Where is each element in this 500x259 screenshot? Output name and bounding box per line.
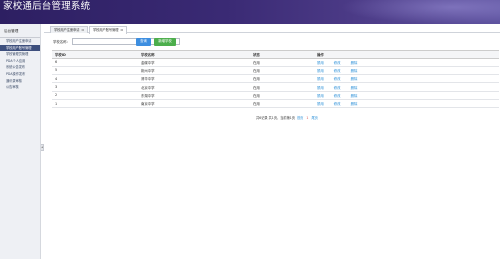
sidebar-item-pda-publish[interactable]: PDA操作发布	[0, 71, 40, 78]
app-title: 家校通后台管理系统	[3, 1, 91, 12]
table-row: 4 清华中学 在用 禁用 修改 删除	[52, 74, 499, 84]
cell-id: 2	[52, 91, 138, 101]
disable-link[interactable]: 禁用	[317, 86, 324, 90]
last-page-link[interactable]: 尾页	[311, 116, 317, 120]
sidebar-item-pda-apps[interactable]: PDA个人应用	[0, 58, 40, 65]
table-row: 2 东湖中学 在用 禁用 修改 删除	[52, 91, 499, 101]
table-header-row: 学校ID 学校名称 状态 操作	[52, 50, 499, 59]
tab-label: 学校用户账号管理	[93, 28, 119, 32]
cell-name: 北京中学	[138, 82, 250, 92]
current-page-link[interactable]: 1	[306, 116, 308, 120]
cell-status: 在用	[250, 91, 314, 101]
query-button[interactable]: 查询	[136, 38, 151, 46]
add-school-button[interactable]: 新增学校	[154, 38, 176, 46]
cell-name: 荆州中学	[138, 66, 250, 76]
cell-ops: 禁用 修改 删除	[314, 99, 499, 109]
collapse-sidebar-icon[interactable]: ◂	[41, 144, 44, 151]
cell-name: 东湖中学	[138, 91, 250, 101]
edit-link[interactable]: 修改	[334, 94, 341, 98]
sidebar-heading: 后台管理	[0, 24, 40, 38]
delete-link[interactable]: 删除	[351, 102, 358, 106]
table-row: 5 荆州中学 在用 禁用 修改 删除	[52, 66, 499, 76]
edit-link[interactable]: 修改	[334, 77, 341, 81]
cell-ops: 禁用 修改 删除	[314, 66, 499, 76]
delete-link[interactable]: 删除	[351, 61, 358, 65]
cell-id: 1	[52, 99, 138, 109]
edit-link[interactable]: 修改	[334, 86, 341, 90]
sidebar-item-announcements[interactable]: 系统公告发布	[0, 64, 40, 71]
table-row: 6 金碟中学 在用 禁用 修改 删除	[52, 58, 499, 67]
disable-link[interactable]: 禁用	[317, 69, 324, 73]
close-icon[interactable]: ⊠	[82, 28, 85, 32]
table-row: 1 南京中学 在用 禁用 修改 删除	[52, 99, 499, 109]
cell-name: 金碟中学	[138, 58, 250, 67]
delete-link[interactable]: 删除	[351, 94, 358, 98]
delete-link[interactable]: 删除	[351, 86, 358, 90]
app-header: 家校通后台管理系统	[0, 0, 500, 24]
app-root: 家校通后台管理系统 后台管理 学校用户注册申请 学校用户账号管理 学校管理员管理…	[0, 0, 500, 259]
cell-id: 4	[52, 74, 138, 84]
disable-link[interactable]: 禁用	[317, 61, 324, 65]
disable-link[interactable]: 禁用	[317, 77, 324, 81]
cell-name: 南京中学	[138, 99, 250, 109]
cell-name: 清华中学	[138, 74, 250, 84]
close-icon[interactable]: ⊠	[121, 28, 124, 32]
edit-link[interactable]: 修改	[334, 61, 341, 65]
pagination: 共6记录 共1页，当前第1页 首页 1 尾页	[256, 115, 319, 120]
sidebar-item-admin-manage[interactable]: 学校管理员管理	[0, 51, 40, 58]
school-name-label: 学校名称：	[53, 40, 70, 44]
school-table: 学校ID 学校名称 状态 操作 6 金碟中学 在用 禁用 修改 删除 5 荆州中学 …	[52, 50, 499, 109]
edit-link[interactable]: 修改	[334, 69, 341, 73]
header-status: 状态	[250, 50, 314, 59]
header-operations: 操作	[314, 50, 499, 59]
cell-status: 在用	[250, 58, 314, 67]
delete-link[interactable]: 删除	[351, 77, 358, 81]
tab-label: 学校用户注册申请	[54, 28, 80, 32]
disable-link[interactable]: 禁用	[317, 94, 324, 98]
edit-link[interactable]: 修改	[334, 102, 341, 106]
sidebar: 后台管理 学校用户注册申请 学校用户账号管理 学校管理员管理 PDA个人应用 系…	[0, 24, 41, 259]
first-page-link[interactable]: 首页	[297, 116, 303, 120]
delete-link[interactable]: 删除	[351, 69, 358, 73]
tab-account-manage[interactable]: 学校用户账号管理 ⊠	[89, 26, 128, 34]
disable-link[interactable]: 禁用	[317, 102, 324, 106]
cell-status: 在用	[250, 74, 314, 84]
tab-register-apply[interactable]: 学校用户注册申请 ⊠	[50, 26, 89, 33]
header-school-id: 学校ID	[52, 50, 138, 59]
header-school-name: 学校名称	[138, 50, 250, 59]
cell-id: 5	[52, 66, 138, 76]
table-row: 3 北京中学 在用 禁用 修改 删除	[52, 82, 499, 92]
cell-status: 在用	[250, 66, 314, 76]
sidebar-item-contacts-review[interactable]: 通讯录审核	[0, 78, 40, 85]
sidebar-item-register-apply[interactable]: 学校用户注册申请	[0, 38, 40, 45]
sidebar-item-account-manage[interactable]: 学校用户账号管理	[0, 44, 40, 52]
cell-status: 在用	[250, 82, 314, 92]
sidebar-item-notice-review[interactable]: 公告审核	[0, 84, 40, 91]
cell-status: 在用	[250, 99, 314, 109]
tab-bar: 学校用户注册申请 ⊠ 学校用户账号管理 ⊠	[44, 24, 500, 34]
cell-ops: 禁用 修改 删除	[314, 74, 499, 84]
cell-ops: 禁用 修改 删除	[314, 91, 499, 101]
pagination-summary: 共6记录 共1页，当前第1页	[256, 116, 295, 120]
cell-ops: 禁用 修改 删除	[314, 58, 499, 67]
cell-id: 6	[52, 58, 138, 67]
cell-id: 3	[52, 82, 138, 92]
cell-ops: 禁用 修改 删除	[314, 82, 499, 92]
